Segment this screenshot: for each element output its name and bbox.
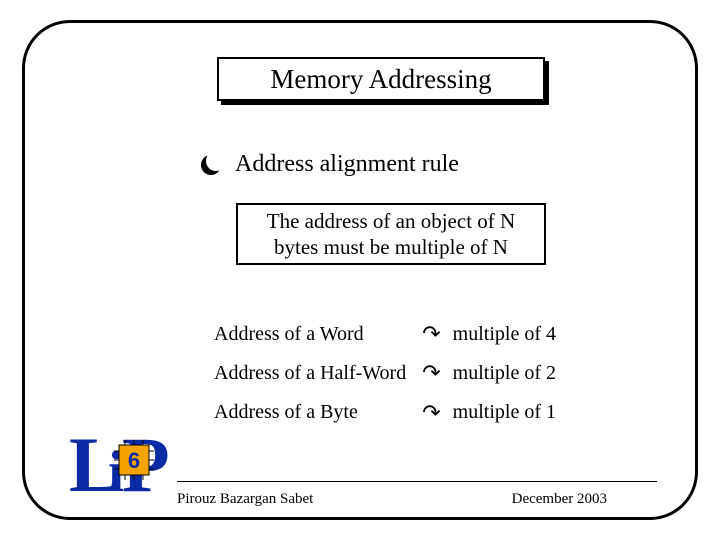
footer-author: Pirouz Bazargan Sabet [177,491,313,508]
rule-line-1: The address of an object of N [267,209,515,233]
title-box: Memory Addressing [217,57,545,101]
bullet-text: Address alignment rule [235,151,459,178]
table-row: Address of a Word ↷ multiple of 4 [214,315,556,352]
table-row: Address of a Half-Word ↷ multiple of 2 [214,354,556,391]
slide-frame: Memory Addressing Address alignment rule… [22,20,698,520]
chip-number: 6 [128,448,140,473]
row-left: Address of a Half-Word [214,354,420,391]
row-left: Address of a Byte [214,394,420,431]
moon-icon [201,155,221,175]
footer-date: December 2003 [512,491,607,508]
row-right: multiple of 4 [453,315,556,352]
arrow-icon: ↷ [422,354,450,391]
row-right: multiple of 2 [453,354,556,391]
alignment-table: Address of a Word ↷ multiple of 4 Addres… [212,313,558,433]
lip6-logo: L i P 6 [69,423,169,515]
arrow-icon: ↷ [422,315,450,352]
row-left: Address of a Word [214,315,420,352]
rule-line-2: bytes must be multiple of N [274,235,508,259]
bullet-row: Address alignment rule [201,151,459,178]
slide-title: Memory Addressing [270,64,491,95]
table-row: Address of a Byte ↷ multiple of 1 [214,394,556,431]
rule-text: The address of an object of N bytes must… [267,208,515,261]
footer-divider [177,481,657,482]
arrow-icon: ↷ [422,394,450,431]
rule-box: The address of an object of N bytes must… [236,203,546,265]
row-right: multiple of 1 [453,394,556,431]
